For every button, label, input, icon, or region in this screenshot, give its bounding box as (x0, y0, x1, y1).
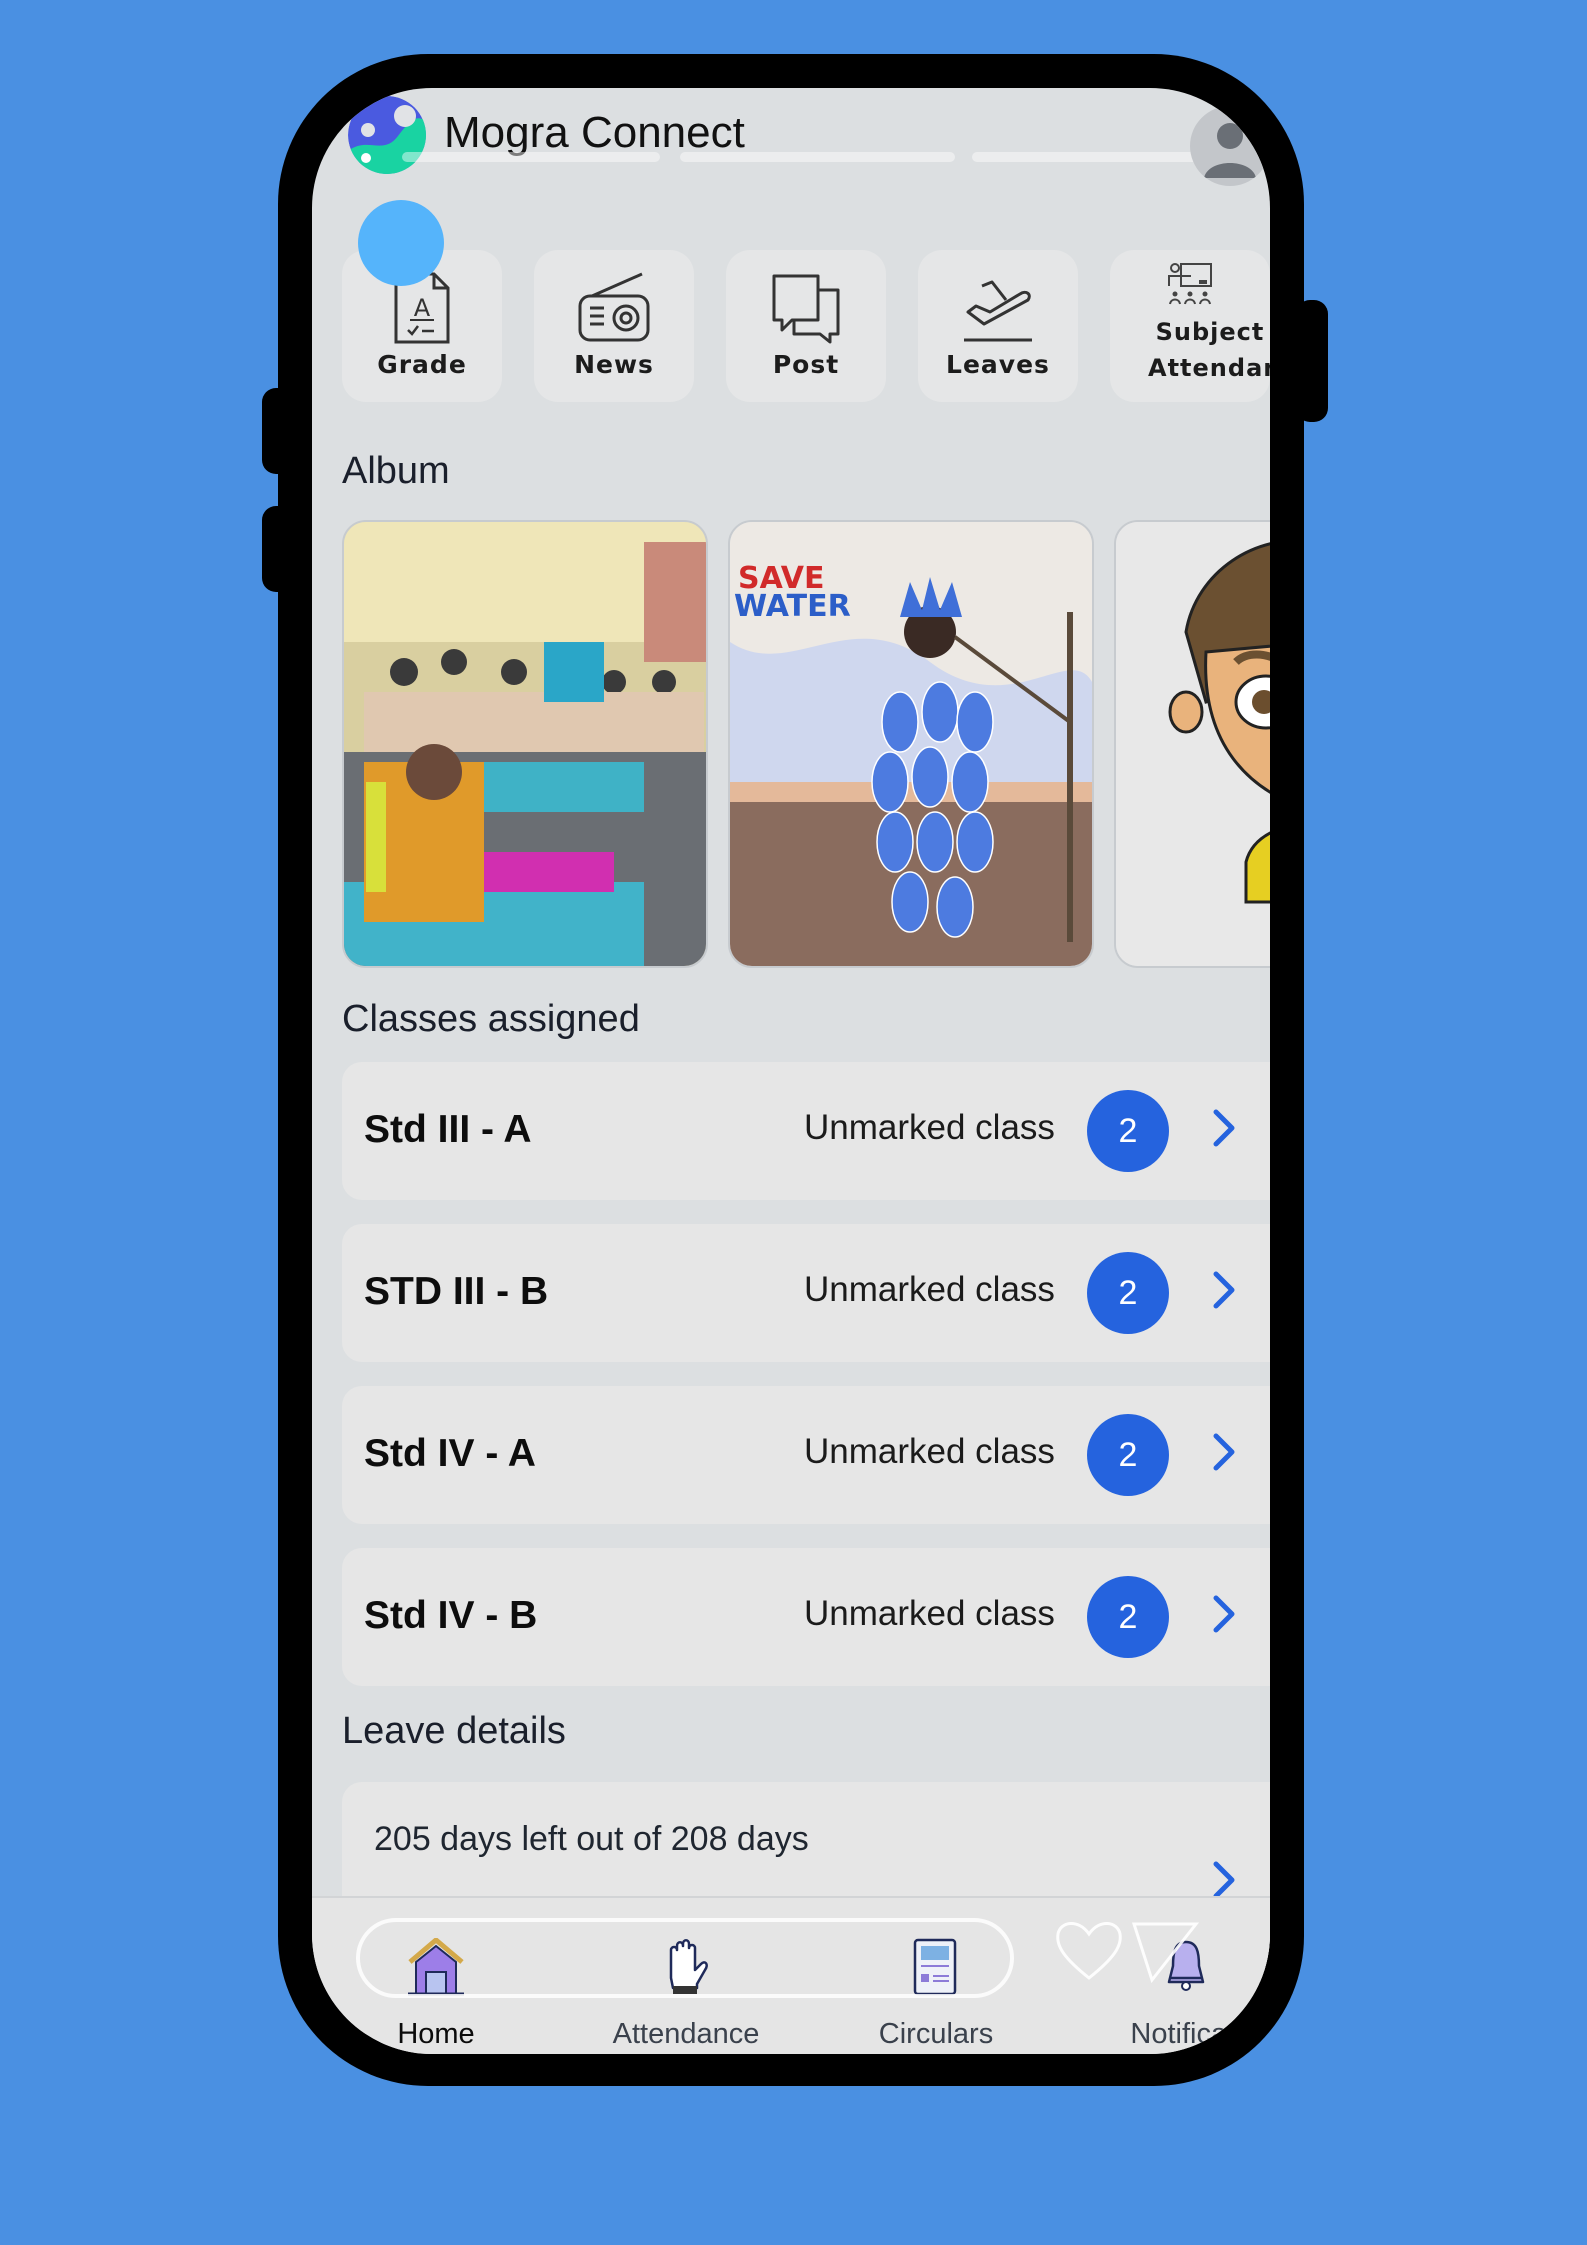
class-name: STD III - B (364, 1270, 549, 1313)
classroom-teacher-icon (1168, 263, 1212, 305)
nav-label: Circulars (878, 2018, 994, 2050)
quick-action-news[interactable]: News (534, 250, 694, 402)
class-status: Unmarked class (804, 1108, 1055, 1147)
album-photo[interactable] (1114, 520, 1270, 968)
unmarked-count-badge: 2 (1087, 1576, 1169, 1658)
leave-details-title: Leave details (342, 1710, 566, 1752)
user-avatar-icon[interactable] (1190, 106, 1270, 186)
quick-action-label: Grade (377, 350, 467, 379)
heart-icon (1056, 1922, 1122, 1980)
classes-title: Classes assigned (342, 998, 640, 1040)
class-row[interactable]: Std IV - A Unmarked class 2 (342, 1386, 1270, 1524)
bottom-navigation: Home Attendance Circulars Notificati (312, 1896, 1270, 2054)
svg-text:A: A (414, 294, 431, 322)
airplane-departure-icon (964, 280, 1032, 342)
class-row[interactable]: Std IV - B Unmarked class 2 (342, 1548, 1270, 1686)
class-status: Unmarked class (804, 1432, 1055, 1471)
touch-indicator (358, 200, 444, 286)
phone-frame: Mogra Connect A Grade News Post Leaves S… (278, 54, 1304, 2086)
class-row[interactable]: Std III - A Unmarked class 2 (342, 1062, 1270, 1200)
quick-action-leaves[interactable]: Leaves (918, 250, 1078, 402)
banner-text: WATER (734, 589, 851, 624)
chevron-right-icon (1213, 1109, 1235, 1147)
quick-action-label: Subject (1155, 318, 1265, 346)
quick-action-post[interactable]: Post (726, 250, 886, 402)
chevron-right-icon (1213, 1271, 1235, 1309)
header-divider (680, 152, 955, 162)
quick-action-subject-attendance[interactable]: Subject Attendan (1110, 250, 1270, 402)
quick-actions-row: A Grade News Post Leaves Subject Attenda… (342, 250, 1270, 402)
app-title: Mogra Connect (444, 108, 745, 157)
leave-summary: 205 days left out of 208 days (374, 1820, 809, 1858)
app-screen: Mogra Connect A Grade News Post Leaves S… (312, 88, 1270, 2054)
header-divider (402, 152, 660, 162)
nav-label: Notificati (1130, 2018, 1242, 2050)
app-logo-icon (348, 96, 426, 174)
class-status: Unmarked class (804, 1270, 1055, 1309)
chevron-right-icon (1213, 1595, 1235, 1633)
chat-bubbles-icon (772, 274, 840, 344)
quick-action-label: Attendan (1148, 354, 1270, 382)
unmarked-count-badge: 2 (1087, 1090, 1169, 1172)
album-title: Album (342, 450, 450, 492)
quick-action-label: News (574, 350, 654, 379)
class-name: Std III - A (364, 1108, 532, 1151)
class-status: Unmarked class (804, 1594, 1055, 1633)
nav-label: Attendance (612, 2018, 760, 2050)
nav-label: Home (397, 2018, 475, 2050)
quick-action-label: Leaves (946, 350, 1050, 379)
album-photo[interactable] (342, 520, 708, 968)
gesture-overlay-pill (356, 1918, 1014, 1998)
unmarked-count-badge: 2 (1087, 1414, 1169, 1496)
class-row[interactable]: STD III - B Unmarked class 2 (342, 1224, 1270, 1362)
chevron-right-icon (1213, 1433, 1235, 1471)
album-photo[interactable]: SAVE WATER (728, 520, 1094, 968)
radio-icon (578, 272, 650, 342)
triangle-icon (1131, 1922, 1200, 1984)
class-name: Std IV - B (364, 1594, 538, 1637)
quick-action-label: Post (772, 350, 840, 379)
unmarked-count-badge: 2 (1087, 1252, 1169, 1334)
album-carousel[interactable]: SAVE WATER (342, 520, 1270, 968)
class-name: Std IV - A (364, 1432, 536, 1475)
